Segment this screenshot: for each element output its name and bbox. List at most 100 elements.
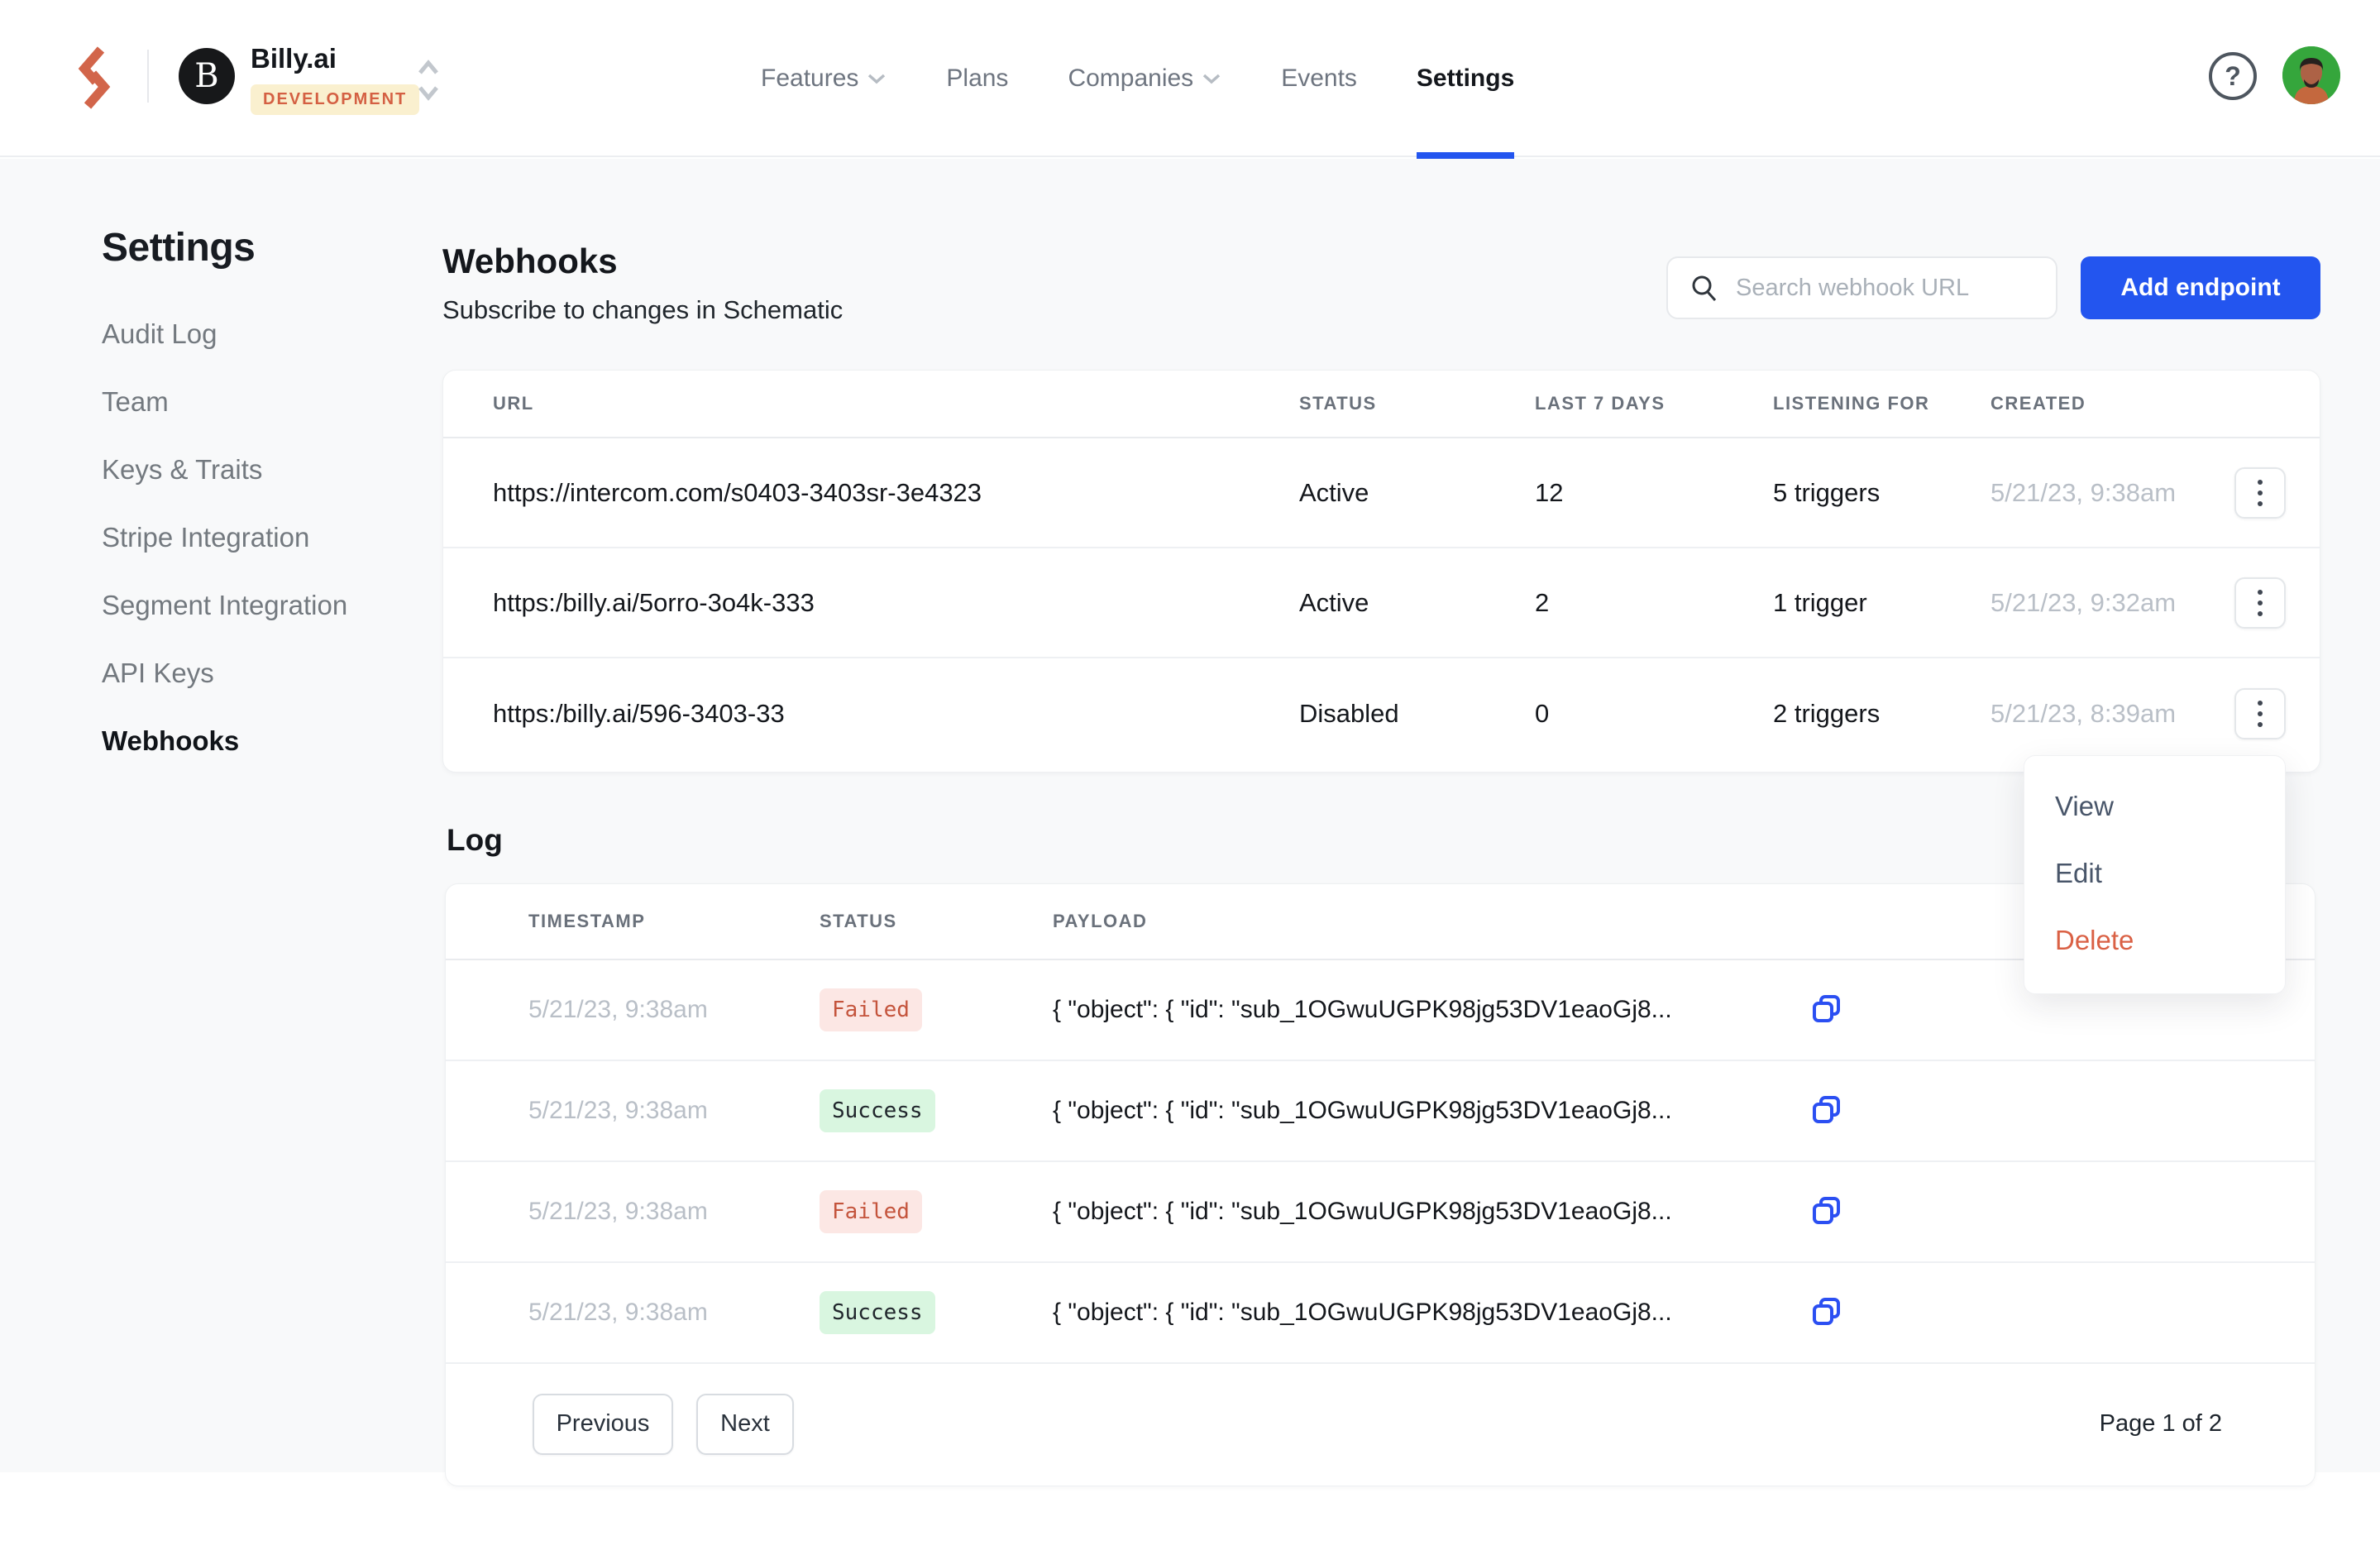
copy-payload-button[interactable]	[1809, 992, 1845, 1028]
table-row: https:/billy.ai/5orro-3o4k-333 Active 2 …	[443, 548, 2320, 658]
table-row: https://intercom.com/s0403-3403sr-3e4323…	[443, 438, 2320, 548]
copy-payload-button[interactable]	[1809, 1194, 1845, 1230]
search-icon	[1689, 273, 1719, 303]
column-header-timestamp: TIMESTAMP	[528, 911, 820, 932]
help-icon[interactable]: ?	[2209, 52, 2257, 100]
sidebar-item-audit-log[interactable]: Audit Log	[102, 300, 347, 368]
settings-sidebar: Audit Log Team Keys & Traits Stripe Inte…	[102, 300, 347, 775]
row-actions-button[interactable]	[2234, 688, 2286, 739]
nav-plans[interactable]: Plans	[946, 0, 1008, 157]
webhook-search	[1666, 256, 2057, 319]
webhook-created: 5/21/23, 8:39am	[1991, 699, 2234, 729]
copy-icon	[1810, 993, 1843, 1026]
org-avatar[interactable]: B	[179, 48, 235, 104]
webhook-created: 5/21/23, 9:38am	[1991, 478, 2234, 508]
page-subtitle: Subscribe to changes in Schematic	[442, 295, 843, 325]
log-row: 5/21/23, 9:38am Failed { "object": { "id…	[446, 1162, 2315, 1263]
webhook-created: 5/21/23, 9:32am	[1991, 588, 2234, 618]
webhook-url: https://intercom.com/s0403-3403sr-3e4323	[493, 478, 1299, 508]
webhook-url: https:/billy.ai/5orro-3o4k-333	[493, 588, 1299, 618]
menu-item-delete[interactable]: Delete	[2024, 907, 2285, 974]
org-avatar-letter: B	[194, 57, 218, 95]
column-header-created: CREATED	[1991, 393, 2234, 414]
org-meta: Billy.ai DEVELOPMENT	[251, 43, 419, 115]
webhook-status: Active	[1299, 588, 1535, 618]
webhooks-table-header: URL STATUS LAST 7 DAYS LISTENING FOR CRE…	[443, 371, 2320, 438]
kebab-icon	[2258, 590, 2263, 616]
log-payload: { "object": { "id": "sub_1OGwuUGPK98jg53…	[1053, 1097, 1797, 1125]
copy-icon	[1810, 1194, 1843, 1227]
webhook-status: Disabled	[1299, 699, 1535, 729]
sidebar-item-stripe-integration[interactable]: Stripe Integration	[102, 504, 347, 572]
kebab-icon	[2258, 480, 2263, 506]
org-name: Billy.ai	[251, 43, 419, 74]
user-avatar[interactable]	[2282, 46, 2340, 104]
webhook-listening-for: 1 trigger	[1773, 588, 1991, 618]
page-indicator: Page 1 of 2	[2100, 1410, 2222, 1438]
log-payload: { "object": { "id": "sub_1OGwuUGPK98jg53…	[1053, 996, 1797, 1024]
webhook-last-7-days: 12	[1535, 478, 1773, 508]
row-actions-button[interactable]	[2234, 577, 2286, 629]
table-row: https:/billy.ai/596-3403-33 Disabled 0 2…	[443, 658, 2320, 768]
nav-events[interactable]: Events	[1281, 0, 1357, 157]
row-actions-menu: View Edit Delete	[2024, 755, 2286, 994]
log-section-title: Log	[447, 823, 503, 858]
main-nav: Features Plans Companies Events Settings	[761, 0, 1514, 157]
copy-icon	[1810, 1093, 1843, 1127]
sidebar-item-webhooks[interactable]: Webhooks	[102, 707, 347, 775]
status-badge: Failed	[820, 1190, 922, 1233]
webhook-listening-for: 5 triggers	[1773, 478, 1991, 508]
add-endpoint-button[interactable]: Add endpoint	[2081, 256, 2320, 319]
environment-badge: DEVELOPMENT	[251, 84, 419, 115]
kebab-icon	[2258, 701, 2263, 727]
webhook-last-7-days: 2	[1535, 588, 1773, 618]
search-input[interactable]	[1736, 275, 2050, 302]
previous-page-button[interactable]: Previous	[533, 1394, 673, 1455]
menu-item-edit[interactable]: Edit	[2024, 840, 2285, 907]
column-header-status: STATUS	[820, 911, 1053, 932]
copy-icon	[1810, 1295, 1843, 1328]
divider	[147, 50, 149, 103]
column-header-url: URL	[493, 393, 1299, 414]
top-navbar: B Billy.ai DEVELOPMENT Features Plans Co…	[0, 0, 2380, 157]
log-payload: { "object": { "id": "sub_1OGwuUGPK98jg53…	[1053, 1299, 1797, 1327]
column-header-payload: PAYLOAD	[1053, 911, 1797, 932]
status-badge: Failed	[820, 988, 922, 1031]
log-row: 5/21/23, 9:38am Success { "object": { "i…	[446, 1263, 2315, 1364]
log-timestamp: 5/21/23, 9:38am	[528, 1198, 820, 1226]
menu-item-view[interactable]: View	[2024, 773, 2285, 840]
sidebar-item-api-keys[interactable]: API Keys	[102, 639, 347, 707]
sidebar-item-team[interactable]: Team	[102, 368, 347, 436]
column-header-listening-for: LISTENING FOR	[1773, 393, 1991, 414]
chevron-down-icon	[867, 73, 887, 84]
org-switcher-chevrons-icon[interactable]	[412, 55, 445, 106]
row-actions-button[interactable]	[2234, 467, 2286, 519]
webhook-url: https:/billy.ai/596-3403-33	[493, 699, 1299, 729]
webhook-listening-for: 2 triggers	[1773, 699, 1991, 729]
column-header-status: STATUS	[1299, 393, 1535, 414]
page-title: Webhooks	[442, 242, 618, 281]
sidebar-item-keys-traits[interactable]: Keys & Traits	[102, 436, 347, 504]
nav-companies[interactable]: Companies	[1068, 0, 1221, 157]
next-page-button[interactable]: Next	[696, 1394, 794, 1455]
nav-settings[interactable]: Settings	[1417, 0, 1514, 157]
webhook-status: Active	[1299, 478, 1535, 508]
schematic-logo-icon[interactable]	[71, 41, 117, 114]
log-timestamp: 5/21/23, 9:38am	[528, 1299, 820, 1327]
copy-payload-button[interactable]	[1809, 1093, 1845, 1129]
log-row: 5/21/23, 9:38am Success { "object": { "i…	[446, 1061, 2315, 1162]
status-badge: Success	[820, 1089, 935, 1132]
column-header-last-7-days: LAST 7 DAYS	[1535, 393, 1773, 414]
log-pagination: Previous Next Page 1 of 2	[446, 1364, 2315, 1484]
sidebar-title: Settings	[102, 225, 255, 270]
sidebar-item-segment-integration[interactable]: Segment Integration	[102, 572, 347, 639]
log-timestamp: 5/21/23, 9:38am	[528, 1097, 820, 1125]
chevron-down-icon	[1202, 73, 1221, 84]
log-timestamp: 5/21/23, 9:38am	[528, 996, 820, 1024]
webhooks-table: URL STATUS LAST 7 DAYS LISTENING FOR CRE…	[442, 370, 2320, 773]
nav-features[interactable]: Features	[761, 0, 887, 157]
webhook-last-7-days: 0	[1535, 699, 1773, 729]
copy-payload-button[interactable]	[1809, 1294, 1845, 1331]
log-payload: { "object": { "id": "sub_1OGwuUGPK98jg53…	[1053, 1198, 1797, 1226]
status-badge: Success	[820, 1291, 935, 1334]
